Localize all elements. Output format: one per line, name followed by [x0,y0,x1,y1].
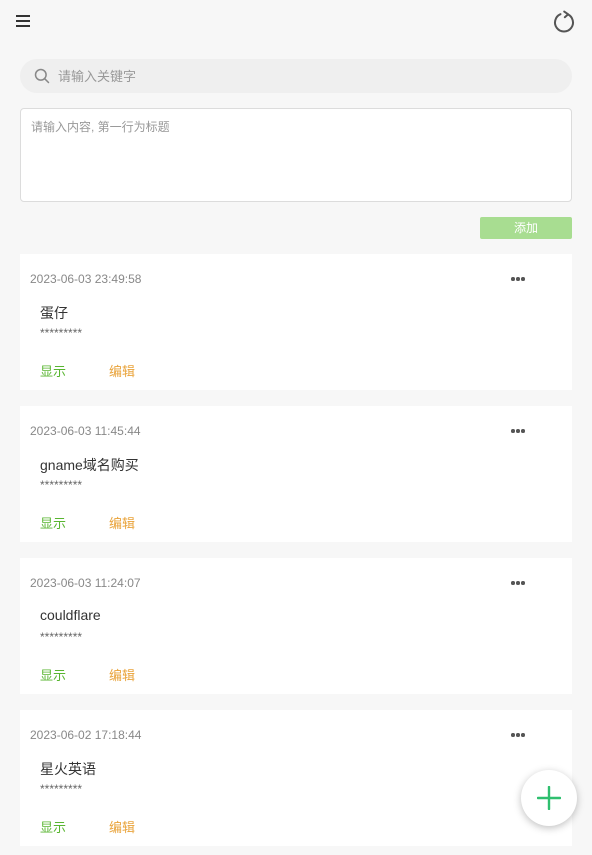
more-horizontal-icon[interactable] [510,726,526,742]
edit-button[interactable]: 编辑 [109,513,135,532]
show-button[interactable]: 显示 [40,513,66,532]
more-horizontal-icon[interactable] [510,270,526,286]
show-button[interactable]: 显示 [40,665,66,684]
entry-time: 2023-06-03 23:49:58 [30,272,142,286]
add-fab-button[interactable] [521,770,577,826]
entry-time: 2023-06-03 11:24:07 [30,576,141,590]
entry-title: 蛋仔 [40,305,68,321]
add-button[interactable]: 添加 [480,217,572,239]
edit-button[interactable]: 编辑 [109,665,135,684]
entry-masked-content: ********* [40,478,83,492]
menu-icon[interactable] [16,15,30,27]
entry-masked-content: ********* [40,630,83,644]
show-button[interactable]: 显示 [40,817,66,836]
entry-title: gname域名购买 [40,457,139,473]
entry-card: 2023-06-02 17:18:44 星火英语 ********* 显示 编辑 [20,710,572,846]
entry-card: 2023-06-03 11:24:07 couldflare *********… [20,558,572,694]
entry-time: 2023-06-03 11:45:44 [30,424,141,438]
edit-button[interactable]: 编辑 [109,361,135,380]
entry-title: couldflare [40,607,101,623]
top-bar [0,0,592,44]
entry-card: 2023-06-03 23:49:58 蛋仔 ********* 显示 编辑 [20,254,572,390]
search-bar [20,59,572,93]
content-textarea[interactable] [21,109,571,201]
entry-title: 星火英语 [40,761,96,777]
entry-masked-content: ********* [40,326,83,340]
more-horizontal-icon[interactable] [510,574,526,590]
refresh-icon[interactable] [552,10,576,34]
search-icon [34,68,50,84]
show-button[interactable]: 显示 [40,361,66,380]
entry-masked-content: ********* [40,782,83,796]
content-editor [20,108,572,202]
entry-card: 2023-06-03 11:45:44 gname域名购买 ********* … [20,406,572,542]
plus-icon [537,786,561,810]
search-input[interactable] [58,59,558,93]
entry-time: 2023-06-02 17:18:44 [30,728,142,742]
more-horizontal-icon[interactable] [510,422,526,438]
edit-button[interactable]: 编辑 [109,817,135,836]
